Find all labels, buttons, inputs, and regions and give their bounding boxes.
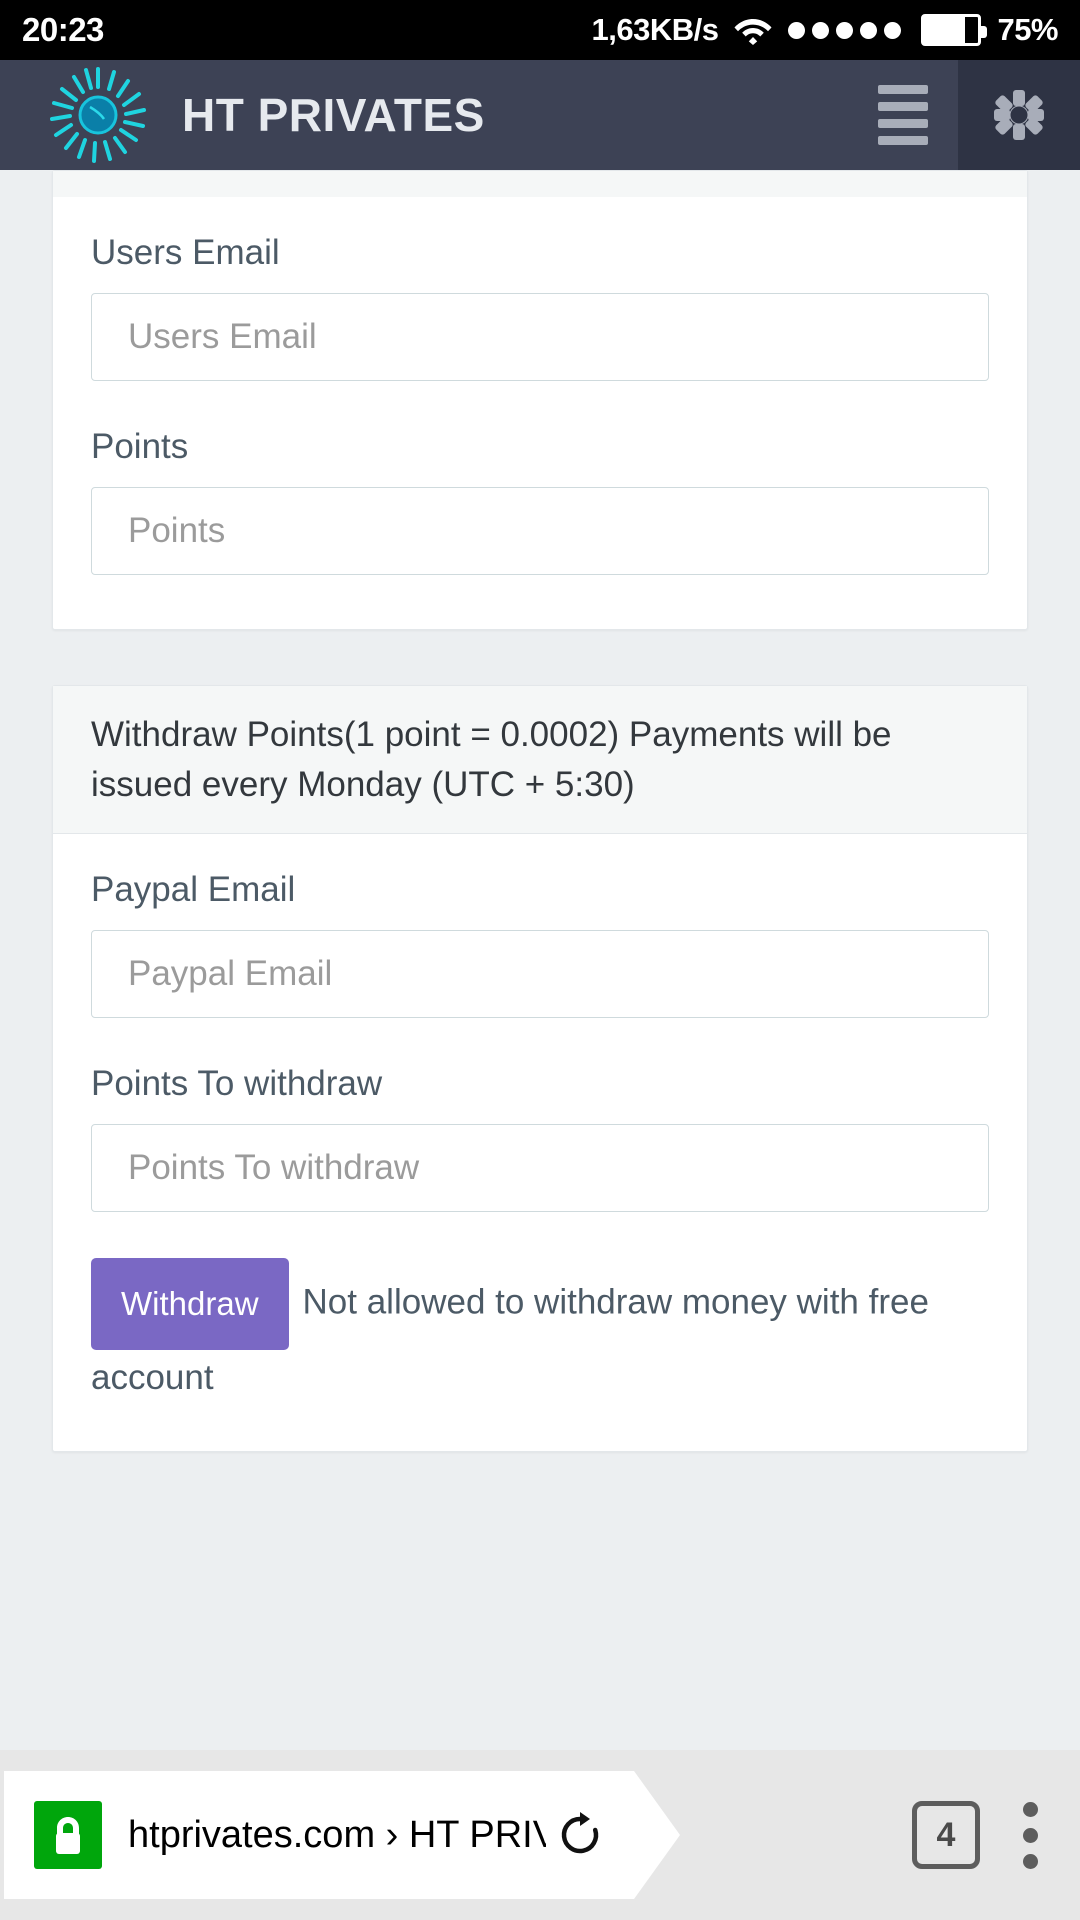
add-points-card-header (53, 171, 1027, 197)
menu-dot (1022, 1853, 1038, 1869)
signal-dot (788, 21, 806, 39)
status-clock: 20:23 (22, 11, 104, 48)
signal-dot (860, 21, 878, 39)
tab-count-label: 4 (936, 1815, 956, 1854)
url-bar[interactable]: htprivates.com › HT PRIVA (4, 1771, 680, 1899)
hamburger-menu-icon[interactable] (848, 60, 958, 170)
overflow-menu-icon[interactable] (980, 1775, 1080, 1895)
gear-icon[interactable] (958, 60, 1080, 170)
battery-fill (924, 17, 965, 43)
signal-dot (812, 21, 830, 39)
reload-icon[interactable] (556, 1811, 604, 1859)
users-email-field-group: Users Email (91, 233, 989, 381)
signal-dot (884, 21, 902, 39)
withdraw-card-body: Paypal Email Points To withdraw Withdraw… (53, 834, 1027, 1451)
status-bar-right-group: 1,63KB/s 75% (591, 12, 1058, 48)
signal-dot (836, 21, 854, 39)
signal-strength-dots (788, 21, 902, 39)
points-to-withdraw-label: Points To withdraw (91, 1064, 383, 1104)
paypal-email-label: Paypal Email (91, 870, 296, 910)
battery-icon (921, 14, 988, 46)
points-field-group: Points (91, 427, 989, 575)
tab-counter-button[interactable]: 4 (912, 1801, 980, 1869)
page-scroll-area[interactable]: Users Email Points Withdraw Points(1 poi… (0, 170, 1080, 1460)
points-to-withdraw-input[interactable] (91, 1124, 989, 1213)
ht-privates-logo (46, 63, 150, 167)
points-input[interactable] (91, 487, 989, 575)
menu-dot (1022, 1827, 1038, 1843)
android-status-bar: 20:23 1,63KB/s 75% (0, 0, 1080, 60)
add-points-card-body: Users Email Points (53, 197, 1027, 629)
menu-dot (1022, 1801, 1038, 1817)
withdraw-button[interactable]: Withdraw (91, 1258, 289, 1351)
browser-bottom-bar: htprivates.com › HT PRIVA 4 (0, 1750, 1080, 1920)
points-to-withdraw-field-group: Points To withdraw (91, 1064, 989, 1213)
users-email-label: Users Email (91, 233, 280, 272)
lock-icon (34, 1801, 102, 1869)
paypal-email-input[interactable] (91, 930, 989, 1019)
hamburger-bar (878, 119, 928, 128)
app-title: HT PRIVATES (182, 89, 485, 141)
paypal-email-field-group: Paypal Email (91, 870, 989, 1019)
wifi-icon (734, 15, 772, 45)
withdraw-points-card: Withdraw Points(1 point = 0.0002) Paymen… (52, 685, 1028, 1453)
card-gap-spacer (0, 630, 1080, 685)
app-header: HT PRIVATES (0, 60, 1080, 170)
withdraw-card-header: Withdraw Points(1 point = 0.0002) Paymen… (53, 686, 1027, 835)
hamburger-bar (878, 85, 928, 94)
hamburger-bar (878, 136, 928, 145)
battery-percent-label: 75% (997, 12, 1058, 47)
users-email-input[interactable] (91, 293, 989, 381)
add-points-card: Users Email Points (52, 170, 1028, 630)
points-label: Points (91, 427, 189, 466)
url-text: htprivates.com › HT PRIVA (128, 1813, 546, 1856)
hamburger-bar (878, 102, 928, 111)
withdraw-action-row: Withdraw Not allowed to withdraw money wi… (91, 1258, 989, 1407)
network-speed-label: 1,63KB/s (591, 12, 719, 47)
